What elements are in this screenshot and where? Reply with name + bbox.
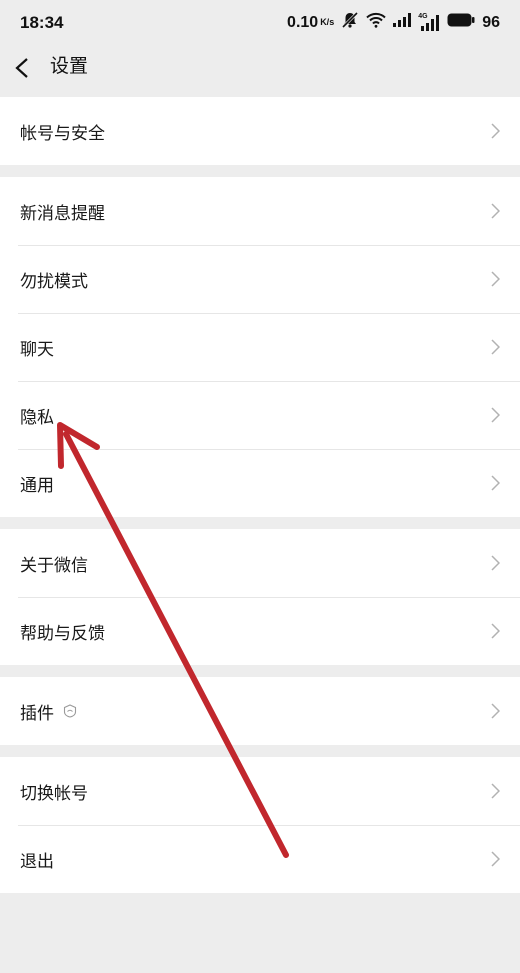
settings-group-about: 关于微信 帮助与反馈	[0, 529, 520, 665]
settings-item-plugins[interactable]: 插件	[0, 677, 520, 745]
network-speed: 0.10 K/s	[287, 14, 334, 32]
settings-item-label: 退出	[20, 851, 54, 871]
chevron-right-icon	[491, 555, 501, 571]
signal-4g-icon: 4G	[418, 13, 440, 31]
battery-icon	[447, 13, 475, 32]
settings-item-label: 插件	[20, 703, 54, 723]
settings-item-label: 隐私	[20, 407, 54, 427]
chevron-right-icon	[491, 623, 501, 639]
status-time: 18:34	[20, 13, 64, 32]
settings-item-general[interactable]: 通用	[0, 449, 520, 517]
network-speed-value: 0.10	[287, 13, 319, 31]
settings-item-label: 聊天	[20, 339, 54, 359]
network-speed-unit: K/s	[320, 17, 335, 27]
chevron-right-icon	[491, 407, 501, 423]
settings-group-plugins: 插件	[0, 677, 520, 745]
settings-item-label: 新消息提醒	[20, 203, 105, 223]
wifi-icon	[366, 12, 386, 33]
settings-group-session: 切换帐号 退出	[0, 757, 520, 893]
back-button[interactable]	[14, 57, 30, 79]
chevron-right-icon	[491, 123, 501, 139]
settings-list: 帐号与安全 新消息提醒 勿扰模式 聊天 隐私 通用 关于微信 帮助与反馈 插件 …	[0, 97, 520, 905]
settings-item-label: 帐号与安全	[20, 123, 105, 143]
settings-item-label: 关于微信	[20, 555, 88, 575]
chevron-right-icon	[491, 203, 501, 219]
settings-group-general: 新消息提醒 勿扰模式 聊天 隐私 通用	[0, 177, 520, 517]
settings-item-privacy[interactable]: 隐私	[0, 381, 520, 449]
nav-bar: 设置	[0, 45, 520, 97]
signal-icon	[393, 13, 412, 32]
settings-group-account: 帐号与安全	[0, 97, 520, 165]
settings-item-label: 通用	[20, 475, 54, 495]
chevron-right-icon	[491, 783, 501, 799]
chevron-right-icon	[491, 475, 501, 491]
settings-item-about[interactable]: 关于微信	[0, 529, 520, 597]
settings-item-account-security[interactable]: 帐号与安全	[0, 97, 520, 165]
chevron-right-icon	[491, 851, 501, 867]
settings-item-chat[interactable]: 聊天	[0, 313, 520, 381]
settings-item-notifications[interactable]: 新消息提醒	[0, 177, 520, 245]
settings-item-label: 切换帐号	[20, 783, 88, 803]
battery-level: 96	[482, 13, 500, 31]
chevron-right-icon	[491, 703, 501, 719]
page-title: 设置	[50, 56, 89, 77]
plugin-shield-icon	[63, 704, 77, 718]
chevron-right-icon	[491, 271, 501, 287]
settings-item-logout[interactable]: 退出	[0, 825, 520, 893]
status-bar: 18:34 0.10 K/s 4G 96	[0, 0, 520, 45]
settings-item-do-not-disturb[interactable]: 勿扰模式	[0, 245, 520, 313]
chevron-left-icon	[15, 58, 28, 78]
settings-item-label: 帮助与反馈	[20, 623, 105, 643]
settings-item-label: 勿扰模式	[20, 271, 88, 291]
settings-item-help-feedback[interactable]: 帮助与反馈	[0, 597, 520, 665]
mute-icon	[341, 11, 359, 34]
settings-item-switch-account[interactable]: 切换帐号	[0, 757, 520, 825]
status-indicators: 0.10 K/s 4G 96	[287, 0, 500, 45]
chevron-right-icon	[491, 339, 501, 355]
